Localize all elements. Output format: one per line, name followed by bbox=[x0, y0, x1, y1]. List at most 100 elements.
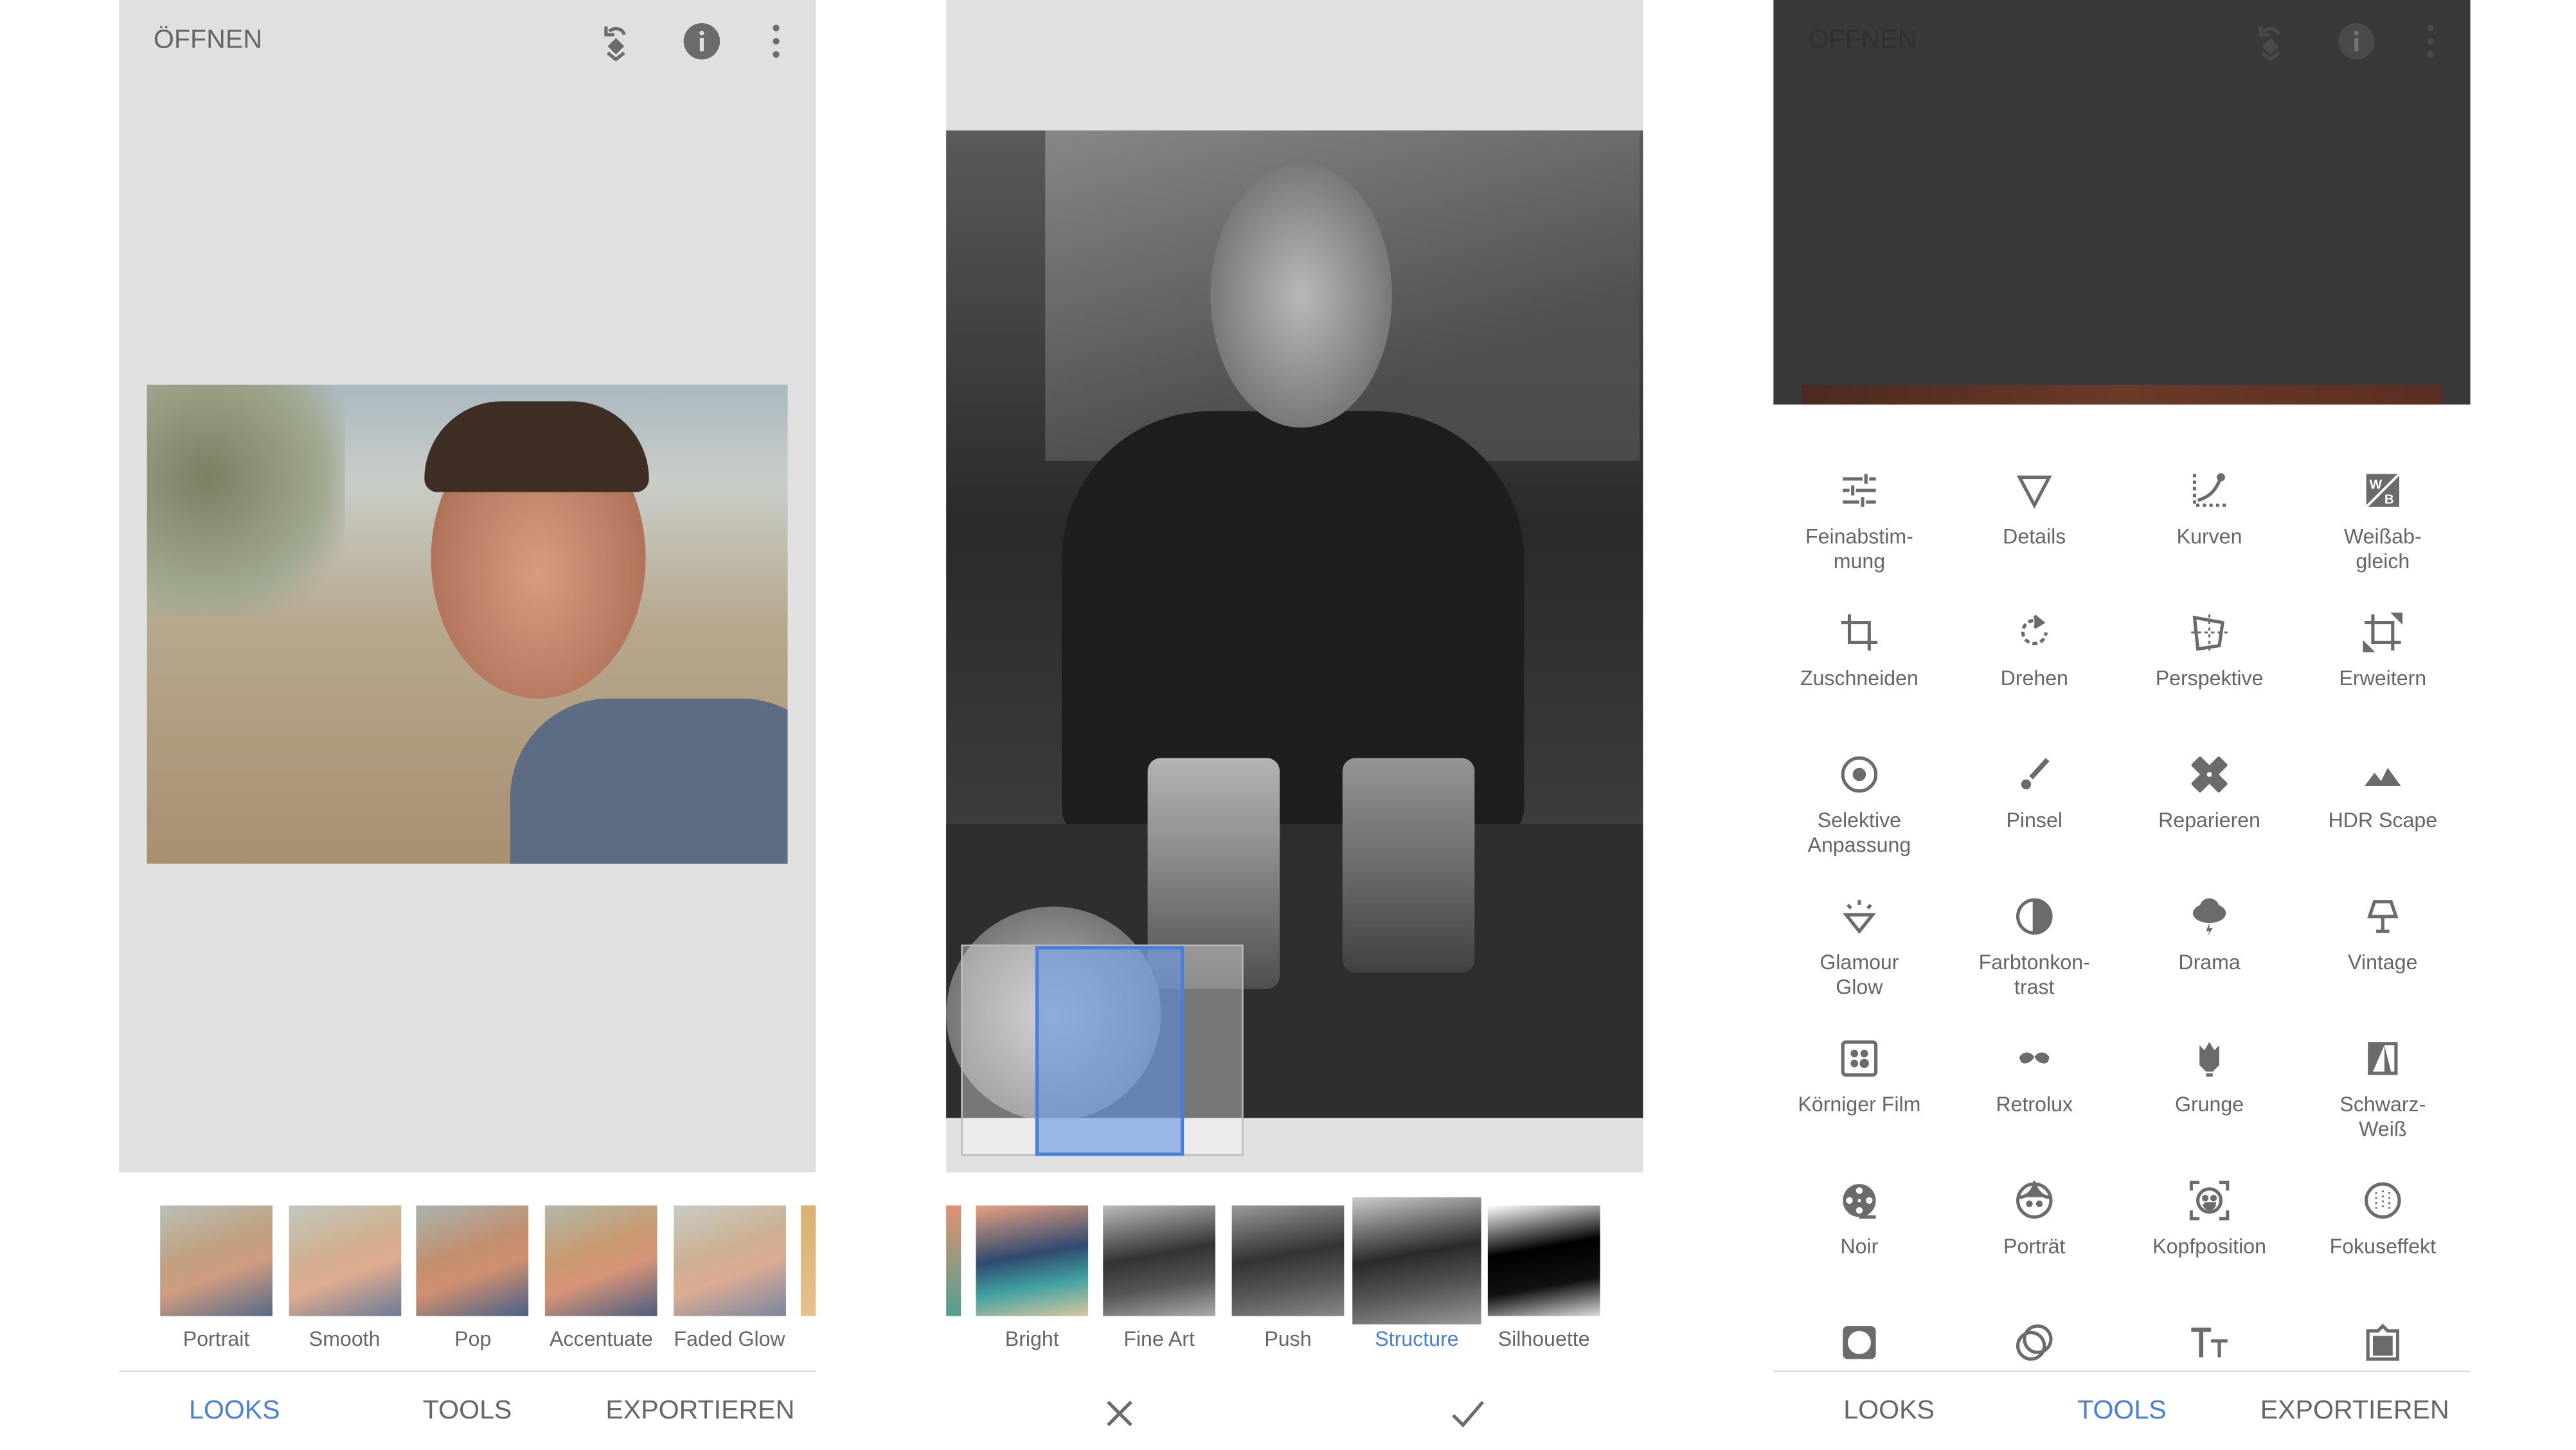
svg-text:W: W bbox=[2370, 477, 2383, 492]
filter-label[interactable]: Push bbox=[1222, 1328, 1354, 1351]
look-thumbnail[interactable] bbox=[416, 1205, 530, 1316]
filter-thumbnail[interactable] bbox=[1103, 1205, 1215, 1316]
tool-label: Perspektive bbox=[2155, 667, 2264, 690]
tool-item[interactable]: W B Weißab- gleich bbox=[2295, 470, 2470, 575]
filter-screen: Bright Fine Art Push Structure Silhouette bbox=[946, 0, 1643, 1450]
tab-export[interactable]: EXPORTIEREN bbox=[2239, 1397, 2471, 1427]
look-label[interactable]: Smooth bbox=[278, 1328, 411, 1351]
tab-tools[interactable]: TOOLS bbox=[352, 1397, 583, 1427]
rotate-icon bbox=[2014, 613, 2054, 652]
tool-item[interactable] bbox=[2122, 1323, 2296, 1377]
filter-label[interactable]: Silhouette bbox=[1478, 1328, 1610, 1351]
look-thumbnail[interactable] bbox=[288, 1205, 401, 1316]
info-icon[interactable] bbox=[682, 21, 722, 61]
look-label[interactable]: Faded Glow bbox=[663, 1328, 796, 1351]
tool-item[interactable]: Retrolux bbox=[1947, 1039, 2122, 1118]
tonal-contrast-icon bbox=[2014, 897, 2054, 936]
selection-handle[interactable] bbox=[1035, 946, 1185, 1156]
check-icon[interactable] bbox=[1450, 1397, 1487, 1430]
tool-item[interactable] bbox=[1947, 1323, 2122, 1377]
diamond-icon bbox=[1839, 897, 1879, 936]
tool-label: Kopfposition bbox=[2152, 1235, 2266, 1258]
more-vert-icon[interactable] bbox=[756, 21, 796, 61]
filter-thumbnail[interactable] bbox=[1487, 1205, 1600, 1316]
double-exposure-icon bbox=[2014, 1323, 2054, 1363]
white-balance-icon: WB bbox=[2363, 470, 2403, 510]
expand-icon bbox=[2363, 613, 2403, 652]
tool-label: Retrolux bbox=[1996, 1093, 2073, 1116]
grain-icon bbox=[1839, 1039, 1879, 1079]
tool-label: Glamour Glow bbox=[1820, 951, 1899, 999]
tool-item[interactable]: Kurven bbox=[2122, 470, 2296, 550]
tool-item[interactable]: HDR Scape bbox=[2295, 755, 2470, 834]
look-label[interactable]: Accentuate bbox=[535, 1328, 668, 1351]
look-thumbnail[interactable] bbox=[673, 1205, 786, 1316]
brush-icon bbox=[2014, 755, 2054, 794]
tool-item[interactable]: Porträt bbox=[1947, 1178, 2122, 1260]
storm-cloud-icon bbox=[2190, 897, 2230, 936]
crop-icon bbox=[1839, 613, 1879, 652]
tool-item[interactable]: Zuschneiden bbox=[1772, 613, 1947, 692]
tool-item[interactable]: Details bbox=[1947, 470, 2122, 550]
tab-export[interactable]: EXPORTIEREN bbox=[584, 1397, 816, 1427]
mountain-icon bbox=[2363, 755, 2403, 794]
tool-label: HDR Scape bbox=[2328, 809, 2438, 832]
tool-item[interactable]: Feinabstim- mung bbox=[1772, 470, 1947, 575]
look-thumbnail[interactable] bbox=[160, 1205, 273, 1316]
tool-item[interactable]: Noir bbox=[1772, 1181, 1947, 1260]
filter-label[interactable]: Structure bbox=[1351, 1328, 1483, 1351]
bw-icon bbox=[2363, 1039, 2403, 1079]
tool-item[interactable]: Selektive Anpassung bbox=[1772, 755, 1947, 859]
tune-icon bbox=[1839, 470, 1879, 510]
tab-tools[interactable]: TOOLS bbox=[2007, 1397, 2238, 1427]
tool-label: Kurven bbox=[2176, 525, 2242, 548]
undo-layers-icon[interactable] bbox=[596, 21, 636, 62]
look-label[interactable]: Portrait bbox=[150, 1328, 283, 1351]
filter-label[interactable]: Fine Art bbox=[1093, 1328, 1226, 1351]
tool-item[interactable]: Glamour Glow bbox=[1772, 897, 1947, 1001]
tool-item[interactable]: Grunge bbox=[2122, 1039, 2296, 1118]
top-bar-dimmed: ÖFFNEN bbox=[1773, 0, 2470, 82]
tool-item[interactable]: Kopfposition bbox=[2122, 1180, 2296, 1260]
close-icon[interactable] bbox=[1103, 1397, 1136, 1430]
tool-item[interactable]: Drama bbox=[2122, 897, 2296, 976]
tab-looks[interactable]: LOOKS bbox=[119, 1397, 350, 1427]
filter-label[interactable]: Bright bbox=[966, 1328, 1098, 1351]
tool-item[interactable]: Schwarz- Weiß bbox=[2295, 1039, 2470, 1143]
filter-thumbnail[interactable] bbox=[976, 1205, 1089, 1316]
open-button[interactable]: ÖFFNEN bbox=[154, 26, 262, 56]
tool-label: Schwarz- Weiß bbox=[2339, 1093, 2426, 1141]
tool-item[interactable] bbox=[2295, 1323, 2470, 1377]
look-label[interactable]: Pop bbox=[407, 1328, 539, 1351]
tool-item[interactable]: Erweitern bbox=[2295, 613, 2470, 692]
filter-thumbnail-partial[interactable] bbox=[946, 1205, 962, 1316]
tool-item[interactable]: Pinsel bbox=[1947, 755, 2122, 834]
tool-item[interactable]: Vintage bbox=[2295, 897, 2470, 976]
tool-label: Weißab- gleich bbox=[2343, 525, 2422, 573]
tool-item[interactable]: Farbtonkon- trast bbox=[1947, 897, 2122, 1001]
looks-screen: ÖFFNEN Portrait Smooth Pop Accentuate Faded … bbox=[118, 0, 816, 1450]
frames-icon bbox=[2363, 1323, 2403, 1363]
tool-label: Reparieren bbox=[2158, 809, 2261, 832]
filter-thumbnail-selected[interactable] bbox=[1352, 1197, 1481, 1325]
divider bbox=[118, 1370, 816, 1373]
tool-label: Selektive Anpassung bbox=[1807, 809, 1911, 857]
tool-label: Noir bbox=[1840, 1235, 1879, 1258]
tool-label: Grunge bbox=[2174, 1093, 2244, 1116]
tool-label: Details bbox=[2003, 525, 2066, 548]
tool-item[interactable]: Perspektive bbox=[2122, 613, 2296, 692]
filter-thumbnail[interactable] bbox=[1231, 1205, 1345, 1316]
tab-looks[interactable]: LOOKS bbox=[1773, 1397, 2005, 1427]
look-thumbnail-partial[interactable] bbox=[801, 1205, 816, 1316]
guitar-icon bbox=[2190, 1039, 2230, 1079]
tool-item[interactable]: Fokuseffekt bbox=[2295, 1181, 2470, 1260]
top-bar: ÖFFNEN bbox=[119, 0, 816, 82]
look-thumbnail[interactable] bbox=[545, 1205, 657, 1316]
tool-item[interactable]: Reparieren bbox=[2122, 755, 2296, 834]
tool-item[interactable]: Drehen bbox=[1947, 613, 2122, 692]
tool-label: Farbtonkon- trast bbox=[1978, 951, 2090, 999]
details-triangle-icon bbox=[2014, 470, 2054, 510]
tools-screen: ÖFFNEN Feinabstim- mung Details Kurven W B We… bbox=[1772, 0, 2471, 1450]
tool-item[interactable] bbox=[1772, 1323, 1947, 1377]
tool-item[interactable]: Körniger Film bbox=[1772, 1039, 1947, 1118]
